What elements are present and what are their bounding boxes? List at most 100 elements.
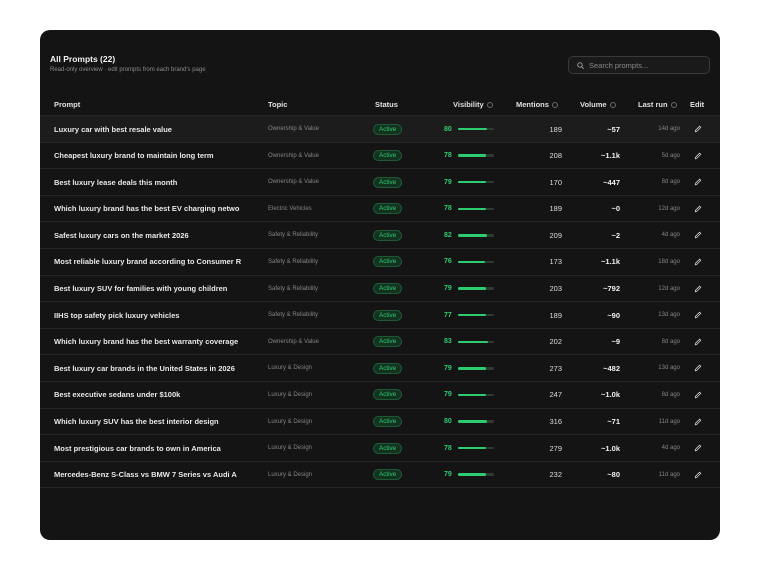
visibility-bar: [457, 446, 494, 450]
table-row[interactable]: Best luxury car brands in the United Sta…: [40, 355, 720, 382]
visibility-cell: 78: [444, 196, 494, 222]
table-body: Luxury car with best resale value Ownersh…: [40, 116, 720, 489]
mentions-value: 273: [549, 363, 562, 373]
info-icon[interactable]: [551, 101, 558, 108]
edit-button[interactable]: [692, 276, 704, 302]
visibility-bar-fill: [457, 234, 488, 237]
table-row[interactable]: Best luxury lease deals this month Owners…: [40, 169, 720, 196]
table-row[interactable]: Luxury car with best resale value Ownersh…: [40, 116, 720, 143]
prompt-text: Which luxury SUV has the best interior d…: [54, 417, 219, 427]
pencil-icon: [694, 178, 702, 186]
col-visibility-label: Visibility: [453, 100, 484, 109]
edit-button[interactable]: [692, 435, 704, 461]
visibility-bar: [457, 340, 494, 343]
prompt-text: Most reliable luxury brand according to …: [54, 257, 242, 267]
status-cell: Active: [373, 355, 403, 381]
prompt-text: Mercedes-Benz S-Class vs BMW 7 Series vs…: [54, 470, 237, 480]
col-last-run[interactable]: Last run: [638, 100, 677, 109]
prompts-panel: All Prompts (22) Read-only overview · ed…: [40, 30, 720, 540]
visibility-cell: 79: [444, 355, 494, 381]
edit-button[interactable]: [692, 329, 704, 355]
last-run-value: 13d ago: [658, 312, 680, 319]
edit-button[interactable]: [692, 355, 704, 381]
status-cell: Active: [373, 409, 403, 435]
status-badge: Active: [373, 416, 403, 428]
edit-button[interactable]: [692, 462, 704, 488]
status-cell: Active: [373, 116, 403, 142]
table-row[interactable]: Best executive sedans under $100k Luxury …: [40, 382, 720, 409]
table-row[interactable]: Which luxury SUV has the best interior d…: [40, 409, 720, 436]
panel-header: All Prompts (22) Read-only overview · ed…: [50, 54, 206, 74]
table-row[interactable]: Safest luxury cars on the market 2026 Saf…: [40, 222, 720, 249]
edit-button[interactable]: [692, 116, 704, 142]
edit-button[interactable]: [692, 302, 704, 328]
table-row[interactable]: Best luxury SUV for families with young …: [40, 276, 720, 303]
visibility-cell: 79: [444, 462, 494, 488]
search-icon: [577, 61, 584, 69]
search-input[interactable]: [589, 60, 701, 70]
col-volume[interactable]: Volume: [580, 100, 616, 109]
col-mentions[interactable]: Mentions: [516, 100, 558, 109]
mentions-value: 279: [549, 443, 562, 453]
col-topic[interactable]: Topic: [268, 100, 287, 109]
page-subtitle: Read-only overview · edit prompts from e…: [50, 67, 206, 73]
table-row[interactable]: Most prestigious car brands to own in Am…: [40, 435, 720, 462]
col-status[interactable]: Status: [375, 100, 398, 109]
status-cell: Active: [373, 382, 403, 408]
visibility-value: 79: [444, 471, 452, 479]
volume-value: ~1.0k: [601, 390, 620, 400]
prompt-text: Which luxury brand has the best EV charg…: [54, 204, 240, 214]
edit-button[interactable]: [692, 409, 704, 435]
pencil-icon: [694, 391, 702, 399]
table-row[interactable]: Cheapest luxury brand to maintain long t…: [40, 143, 720, 170]
edit-button[interactable]: [692, 143, 704, 169]
mentions-value: 209: [549, 230, 562, 240]
info-icon[interactable]: [670, 101, 677, 108]
table-row[interactable]: Most reliable luxury brand according to …: [40, 249, 720, 276]
edit-button[interactable]: [692, 222, 704, 248]
pencil-icon: [694, 338, 702, 345]
col-status-label: Status: [375, 100, 398, 109]
table-row[interactable]: Which luxury brand has the best warranty…: [40, 329, 720, 356]
edit-button[interactable]: [692, 249, 704, 275]
visibility-bar-fill: [457, 340, 488, 343]
table-row[interactable]: Mercedes-Benz S-Class vs BMW 7 Series vs…: [40, 462, 720, 489]
col-prompt[interactable]: Prompt: [54, 100, 80, 109]
table-row[interactable]: IIHS top safety pick luxury vehicles Safe…: [40, 302, 720, 329]
status-cell: Active: [373, 302, 403, 328]
last-run-value: 18d ago: [658, 258, 680, 265]
visibility-bar-fill: [457, 260, 486, 264]
visibility-cell: 80: [444, 116, 494, 142]
topic-text: Ownership & Value: [268, 126, 319, 132]
last-run-value: 4d ago: [661, 445, 680, 452]
visibility-value: 79: [444, 364, 452, 372]
status-badge: Active: [373, 362, 403, 374]
status-badge: Active: [373, 389, 403, 401]
topic-text: Safety & Reliability: [268, 232, 319, 239]
status-cell: Active: [373, 143, 403, 169]
info-icon[interactable]: [486, 101, 493, 108]
table-row[interactable]: Which luxury brand has the best EV charg…: [40, 196, 720, 223]
volume-value: ~9: [611, 337, 620, 347]
visibility-cell: 78: [444, 435, 494, 461]
visibility-bar: [457, 313, 494, 317]
edit-button[interactable]: [692, 196, 704, 222]
edit-button[interactable]: [692, 382, 704, 408]
search-box[interactable]: [568, 56, 710, 74]
visibility-bar-fill: [457, 207, 486, 211]
info-icon[interactable]: [609, 101, 616, 108]
visibility-cell: 83: [444, 329, 494, 355]
topic-text: Ownership & Value: [268, 338, 319, 345]
status-badge: Active: [373, 176, 403, 188]
visibility-bar: [457, 207, 494, 211]
edit-button[interactable]: [692, 169, 704, 195]
col-last-run-label: Last run: [638, 100, 668, 109]
col-visibility[interactable]: Visibility: [453, 100, 493, 109]
mentions-value: 173: [549, 257, 562, 267]
mentions-value: 316: [549, 417, 562, 427]
visibility-bar-fill: [457, 367, 487, 370]
pencil-icon: [694, 285, 702, 292]
visibility-bar-fill: [457, 154, 486, 157]
status-badge: Active: [373, 442, 403, 454]
last-run-value: 11d ago: [658, 418, 680, 425]
